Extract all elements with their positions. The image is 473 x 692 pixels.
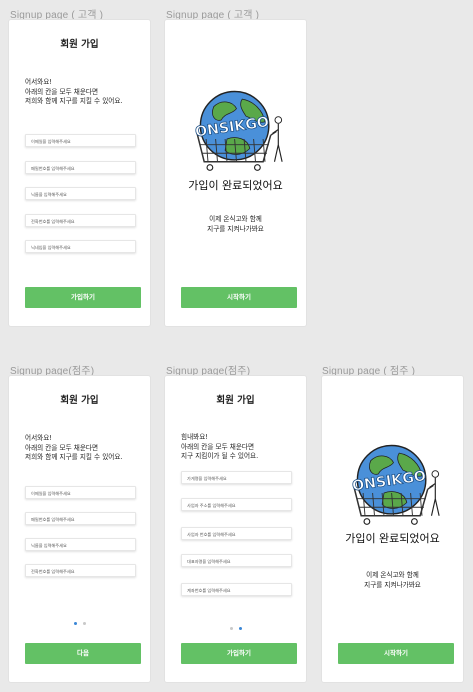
owner-complete-screen: ONSIKGO 가입이 완료되었어요 이제 온식고와 함께 지구를 지켜나가봐요… xyxy=(322,376,463,682)
intro-text: 어서와요! 아래의 칸을 모두 채운다면 저희와 함께 지구를 지킬 수 있어요… xyxy=(25,78,123,106)
frame-label-customer-form: Signup page ( 고객 ) xyxy=(10,10,104,21)
page-dot xyxy=(82,622,86,625)
intro-text: 힘내봐요! 아래의 칸을 모두 채운다면 지구 지킴이가 될 수 있어요. xyxy=(181,433,259,461)
business-address-field[interactable]: 사업자 주소를 입력해주세요 xyxy=(181,498,292,511)
page-title: 회원 가입 xyxy=(60,395,99,406)
person-body xyxy=(272,123,283,162)
phone-field[interactable]: 전화번호를 입력해주세요 xyxy=(25,564,136,577)
password-field[interactable]: 패밀번호를 입력해주세요 xyxy=(25,512,136,525)
page-indicator xyxy=(9,613,150,625)
cart-wheel xyxy=(410,518,418,525)
page-dot xyxy=(229,627,233,630)
complete-title: 가입이 완료되었어요 xyxy=(188,179,283,192)
frame-label-owner-form-1: Signup page(점주) xyxy=(10,366,95,377)
globe-cart-illustration: ONSIKGO xyxy=(194,90,283,171)
store-name-field[interactable]: 가게명을 입력해주세요 xyxy=(181,471,292,484)
email-field[interactable]: 이메일을 입력해주세요 xyxy=(25,134,136,147)
signup-button[interactable]: 가입하기 xyxy=(25,287,141,308)
page-dot-active xyxy=(73,622,77,625)
start-button[interactable]: 시작하기 xyxy=(181,287,297,308)
frame-label-owner-form-2: Signup page(점주) xyxy=(166,366,251,377)
customer-complete-screen: ONSIKGO 가입이 완료되었어요 이제 온식고와 함께 지구를 지켜나가봐요… xyxy=(165,20,306,326)
page-indicator xyxy=(165,618,306,630)
page-title: 회원 가입 xyxy=(216,395,255,406)
page-title: 회원 가입 xyxy=(60,39,99,50)
frame-label-owner-complete: Signup page ( 점주 ) xyxy=(322,366,416,377)
cart-wheel xyxy=(206,164,214,171)
intro-text: 어서와요! 아래의 칸을 모두 채운다면 저희와 함께 지구를 지킬 수 있어요… xyxy=(25,434,123,462)
page-dot-active xyxy=(238,627,242,630)
person-body xyxy=(429,477,440,516)
complete-title: 가입이 완료되었어요 xyxy=(345,532,440,545)
owner-signup-step2-screen: 회원 가입 힘내봐요! 아래의 칸을 모두 채운다면 지구 지킴이가 될 수 있… xyxy=(165,376,306,682)
onsikgo-globe-logo: ONSIKGO xyxy=(346,436,441,535)
globe-cart-illustration: ONSIKGO xyxy=(351,444,440,525)
customer-signup-screen: 회원 가입 어서와요! 아래의 칸을 모두 채운다면 저희와 함께 지구를 지킬… xyxy=(9,20,150,326)
representative-name-field[interactable]: 대표자명을 입력해주세요 xyxy=(181,554,292,567)
owner-signup-step1-screen: 회원 가입 어서와요! 아래의 칸을 모두 채운다면 저희와 함께 지구를 지킬… xyxy=(9,376,150,682)
complete-subtitle: 이제 온식고와 함께 지구를 지켜나가봐요 xyxy=(207,215,264,233)
name-field[interactable]: 닉름을 입력해주세요 xyxy=(25,187,136,200)
business-number-field[interactable]: 사업자 번호를 입력해주세요 xyxy=(181,527,292,540)
complete-subtitle: 이제 온식고와 함께 지구를 지켜나가봐요 xyxy=(364,571,421,589)
next-button[interactable]: 다음 xyxy=(25,643,141,664)
frame-label-customer-complete: Signup page ( 고객 ) xyxy=(166,10,260,21)
person-head xyxy=(274,116,283,124)
cart-wheel xyxy=(363,518,371,525)
nickname-field[interactable]: 닉네임을 입력해주세요 xyxy=(25,240,136,253)
email-field[interactable]: 이메일을 입력해주세요 xyxy=(25,486,136,499)
name-field[interactable]: 닉름을 입력해주세요 xyxy=(25,538,136,551)
person-head xyxy=(431,470,440,478)
start-button[interactable]: 시작하기 xyxy=(338,643,454,664)
onsikgo-globe-logo: ONSIKGO xyxy=(189,82,284,181)
cart-wheel xyxy=(253,164,261,171)
password-field[interactable]: 패밀번호를 입력해주세요 xyxy=(25,161,136,174)
signup-button[interactable]: 가입하기 xyxy=(181,643,297,664)
phone-field[interactable]: 전화번호를 입력해주세요 xyxy=(25,214,136,227)
account-number-field[interactable]: 계좌번호를 입력해주세요 xyxy=(181,583,292,596)
